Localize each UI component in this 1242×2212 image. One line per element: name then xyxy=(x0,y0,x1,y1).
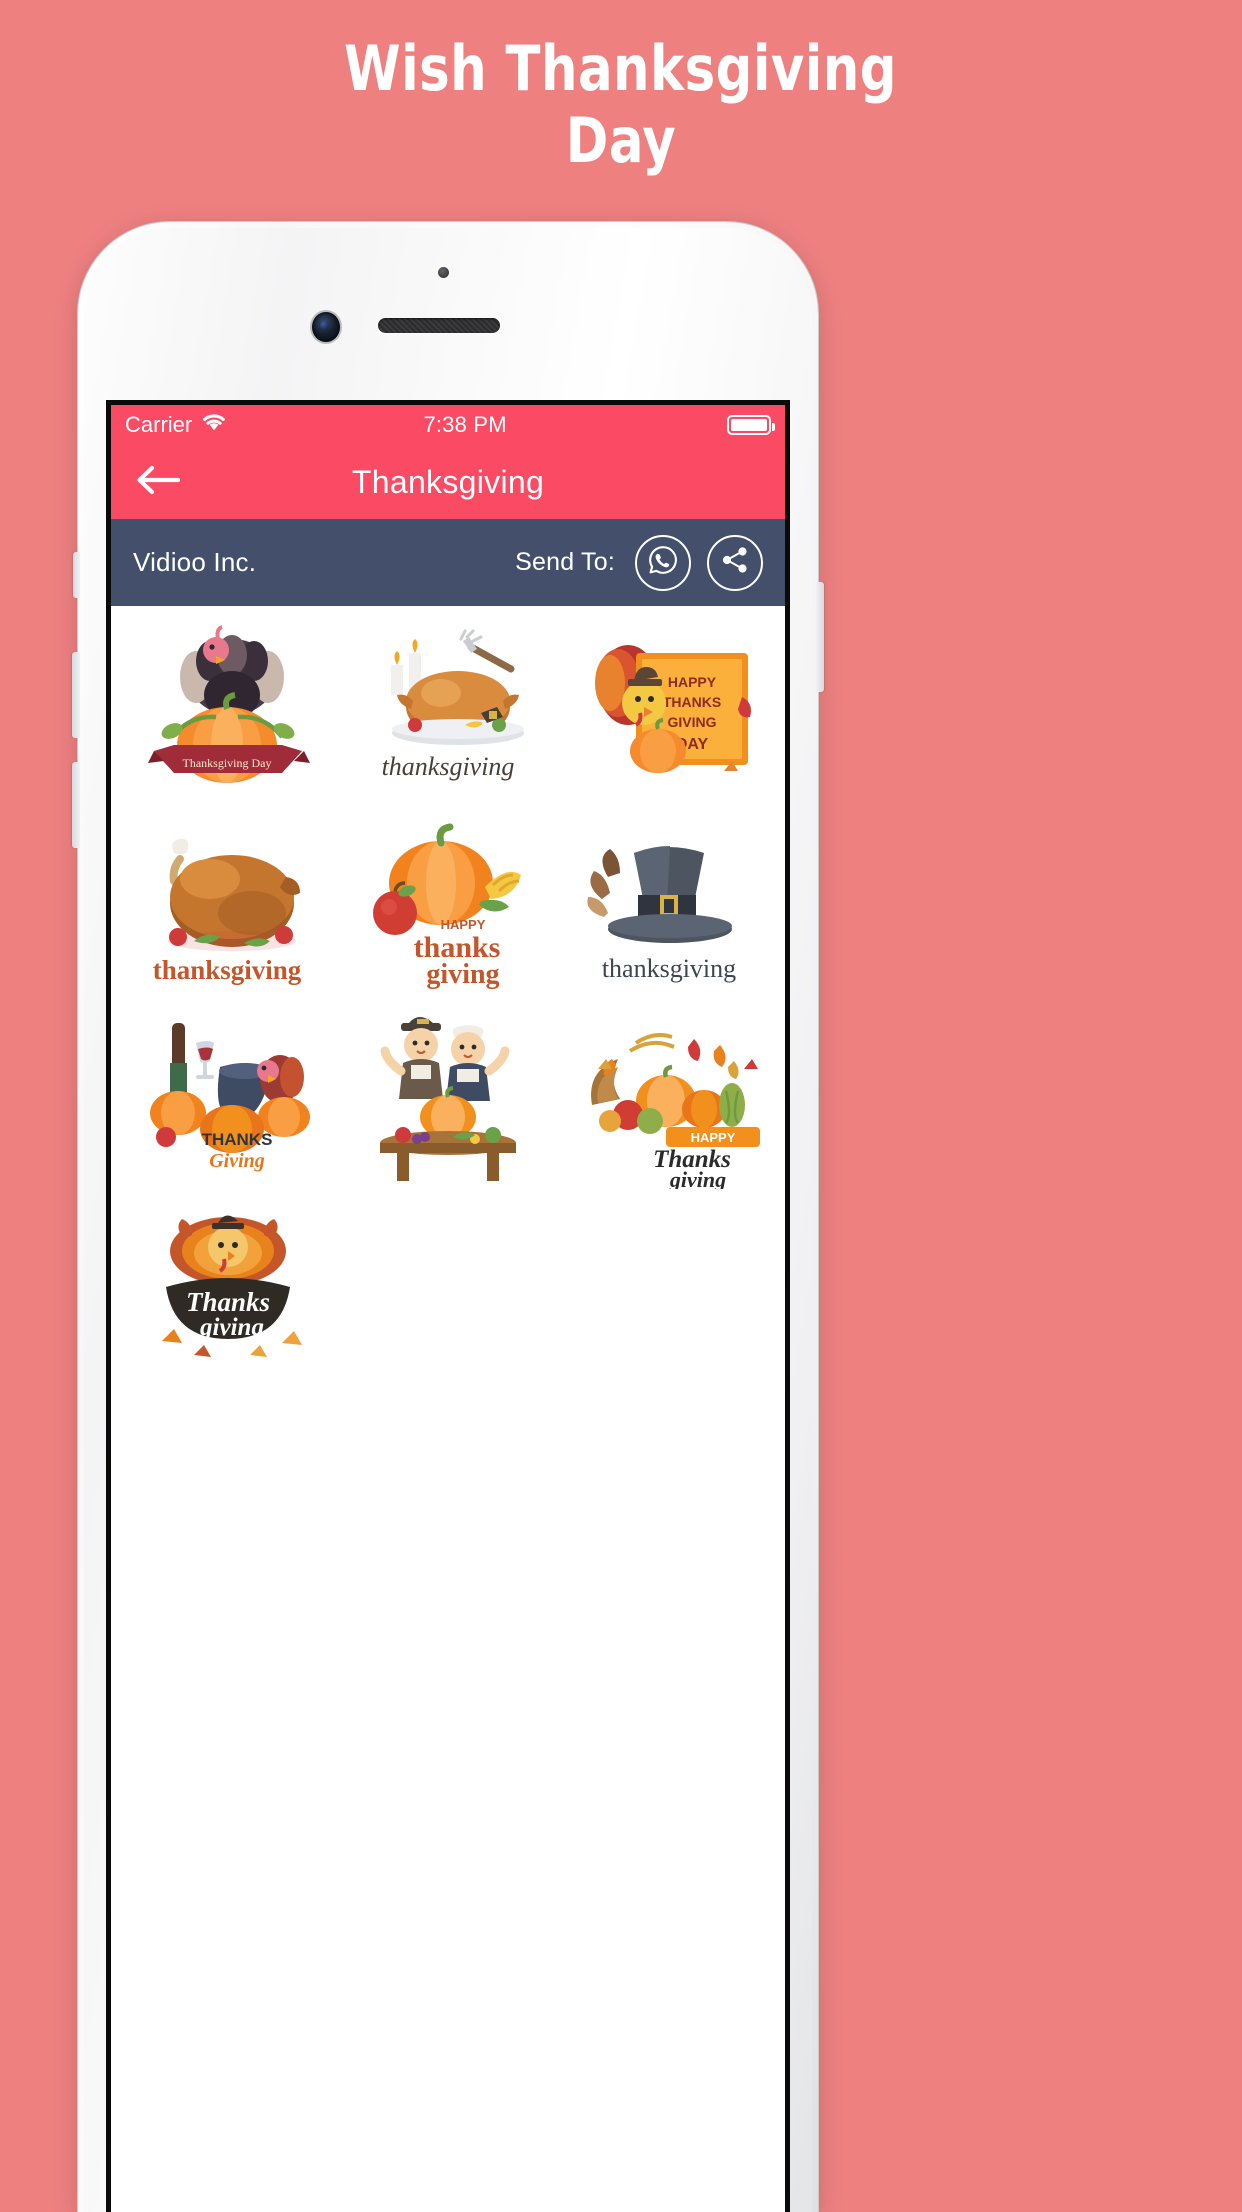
roast-turkey-platter-sticker: thanksgiving xyxy=(382,629,524,781)
page-title-line-1: Wish Thanksgiving xyxy=(344,32,898,105)
power-button[interactable] xyxy=(816,582,824,692)
screen-frame: Carrier 7:38 PM Thanksgiving Vidioo Inc.… xyxy=(106,400,790,2212)
svg-text:giving: giving xyxy=(199,1314,264,1341)
whatsapp-icon xyxy=(647,544,679,581)
status-bar-right xyxy=(727,415,775,435)
send-to-label: Send To: xyxy=(515,548,615,576)
svg-text:GIVING: GIVING xyxy=(667,714,716,730)
sticker-grid: Thanksgiving Day thanksgiving HAPPY THAN… xyxy=(111,606,785,1386)
page-title: Thanksgiving xyxy=(351,463,545,500)
navigation-bar: Thanksgiving xyxy=(111,445,785,519)
svg-text:Thanks: Thanks xyxy=(186,1287,270,1317)
svg-text:thanksgiving: thanksgiving xyxy=(153,955,302,985)
arrow-left-icon xyxy=(134,463,181,502)
sticker-cell[interactable]: thanksgiving xyxy=(338,620,559,810)
wifi-icon xyxy=(201,412,227,438)
sticker-cell[interactable]: THANKS Giving xyxy=(117,1004,338,1194)
phone-mockup: Carrier 7:38 PM Thanksgiving Vidioo Inc.… xyxy=(72,222,824,2212)
turkey-lettering-sticker: Thanks giving xyxy=(162,1215,303,1357)
svg-text:HAPPY: HAPPY xyxy=(668,674,717,690)
sticker-cell[interactable]: HAPPY THANKS GIVING DAY xyxy=(558,620,779,810)
happy-thanksgiving-day-card-sticker: HAPPY THANKS GIVING DAY xyxy=(594,645,751,773)
svg-text:giving: giving xyxy=(426,959,499,990)
whatsapp-share-button[interactable] xyxy=(635,534,691,591)
app-screen: Carrier 7:38 PM Thanksgiving Vidioo Inc.… xyxy=(111,405,785,2212)
volume-up-button[interactable] xyxy=(72,652,80,738)
sticker-cell[interactable]: HAPPY Thanks giving xyxy=(558,1004,779,1194)
pilgrim-hat-sticker: thanksgiving xyxy=(586,846,736,983)
volume-down-button[interactable] xyxy=(72,762,80,848)
silent-switch[interactable] xyxy=(73,552,80,598)
svg-text:HAPPY: HAPPY xyxy=(690,1130,735,1145)
svg-text:giving: giving xyxy=(669,1167,726,1189)
battery-icon xyxy=(727,415,775,435)
pumpkin-corn-apple-sticker: HAPPY thanks giving xyxy=(372,823,521,990)
share-icon xyxy=(720,545,750,580)
sticker-cell[interactable]: thanksgiving xyxy=(117,812,338,1002)
page-title-line-2: Day xyxy=(565,104,677,177)
status-bar-left: Carrier xyxy=(125,412,227,438)
svg-text:Giving: Giving xyxy=(210,1150,266,1172)
pilgrim-kids-table-sticker xyxy=(379,1017,516,1181)
carrier-label: Carrier xyxy=(125,412,193,437)
status-bar: Carrier 7:38 PM xyxy=(111,405,785,445)
svg-text:Thanksgiving Day: Thanksgiving Day xyxy=(183,756,272,770)
svg-text:HAPPY: HAPPY xyxy=(441,917,486,932)
roast-turkey-sticker: thanksgiving xyxy=(153,838,302,985)
sub-toolbar: Vidioo Inc. Send To: xyxy=(111,519,785,606)
turkey-pumpkin-banner-sticker: Thanksgiving Day xyxy=(148,625,311,783)
sticker-cell[interactable]: HAPPY thanks giving xyxy=(338,812,559,1002)
battery-fill xyxy=(731,419,767,431)
clock-label: 7:38 PM xyxy=(423,412,507,437)
svg-text:THANKS: THANKS xyxy=(202,1130,273,1149)
back-button[interactable] xyxy=(131,460,183,504)
svg-text:THANKS: THANKS xyxy=(662,694,720,710)
sticker-cell[interactable]: Thanksgiving Day xyxy=(117,620,338,810)
brand-label: Vidioo Inc. xyxy=(133,547,257,577)
page-title-banner: Wish Thanksgiving Day xyxy=(0,0,1242,210)
proximity-sensor-icon xyxy=(438,267,449,278)
front-camera-icon xyxy=(312,312,340,342)
cornucopia-harvest-sticker: HAPPY Thanks giving xyxy=(590,1033,760,1189)
share-button[interactable] xyxy=(707,534,763,591)
sticker-cell[interactable]: Thanks giving xyxy=(117,1196,338,1386)
sub-toolbar-actions: Send To: xyxy=(515,534,763,591)
svg-text:thanksgiving: thanksgiving xyxy=(382,752,515,781)
sticker-cell[interactable]: thanksgiving xyxy=(558,812,779,1002)
sticker-cell[interactable] xyxy=(338,1004,559,1194)
pumpkins-wine-turkey-sticker: THANKS Giving xyxy=(150,1023,311,1172)
svg-text:thanksgiving: thanksgiving xyxy=(601,954,735,983)
earpiece-speaker-icon xyxy=(378,318,500,333)
